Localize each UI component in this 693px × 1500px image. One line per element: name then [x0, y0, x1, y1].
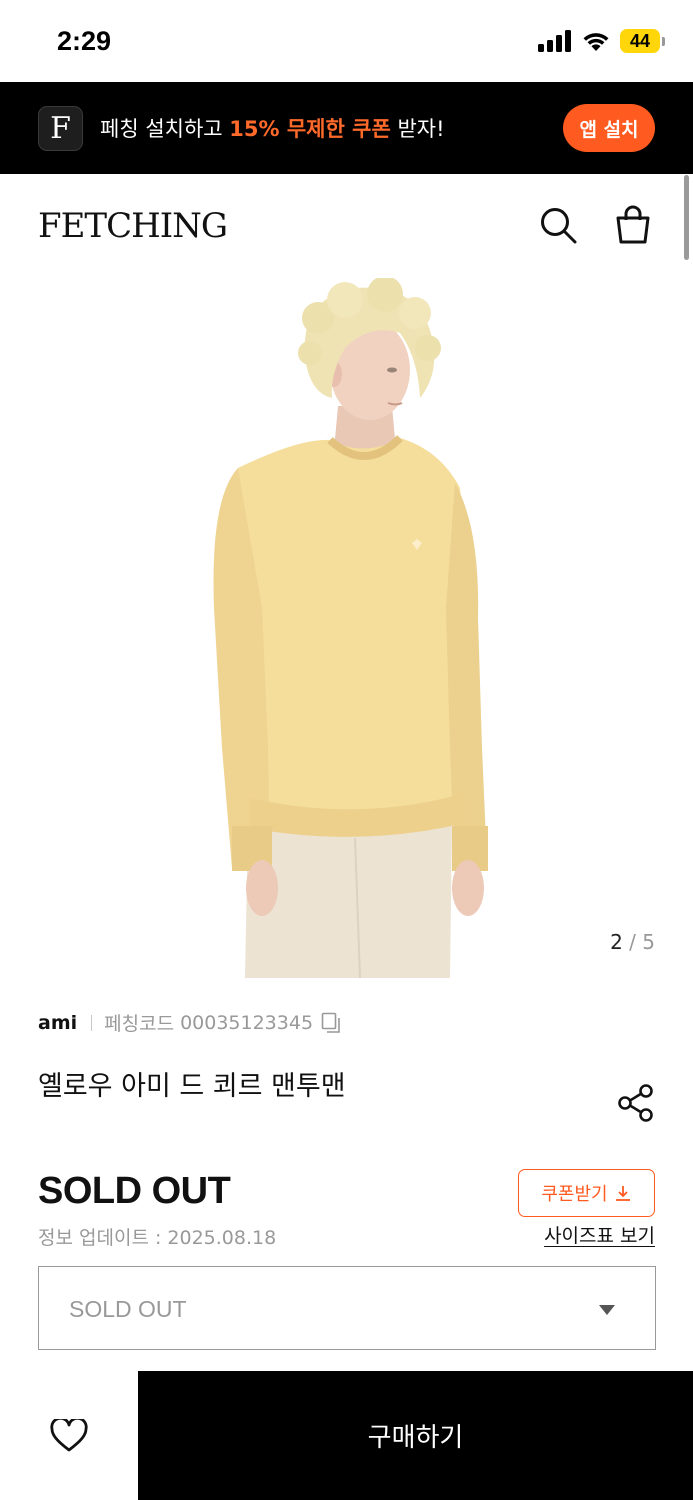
battery-nub — [662, 36, 665, 46]
caret-down-icon — [599, 1305, 615, 1315]
get-coupon-button[interactable]: 쿠폰받기 — [518, 1169, 655, 1217]
brand-name[interactable]: ami — [38, 1012, 77, 1034]
product-code-label: 페칭코드 — [104, 1013, 175, 1035]
product-title: 옐로우 아미 드 쾨르 맨투맨 — [38, 1071, 346, 1102]
product-photo — [213, 278, 488, 978]
wifi-icon — [583, 33, 609, 51]
image-counter-current: 2 — [610, 930, 623, 954]
option-select[interactable]: SOLD OUT — [38, 1266, 656, 1350]
product-code-value: 00035123345 — [180, 1011, 314, 1034]
site-logo[interactable]: FETCHING — [38, 206, 228, 246]
status-icons: 44 — [538, 29, 665, 53]
app-logo-icon: F — [38, 106, 83, 151]
price-status: SOLD OUT — [38, 1170, 231, 1212]
scrollbar-thumb[interactable] — [684, 175, 689, 260]
size-chart-link[interactable]: 사이즈표 보기 — [544, 1221, 655, 1248]
status-time: 2:29 — [57, 26, 112, 56]
divider — [91, 1014, 93, 1031]
promo-text: 페칭 설치하고 15% 무제한 쿠폰 받자! — [100, 113, 445, 143]
install-app-button[interactable]: 앱 설치 — [563, 104, 655, 152]
promo-text-after: 받자! — [390, 117, 445, 141]
bottom-action-bar: 구매하기 — [0, 1371, 693, 1500]
site-header: FETCHING — [0, 174, 693, 278]
share-icon[interactable] — [617, 1083, 655, 1123]
image-counter: 2 / 5 — [610, 930, 655, 954]
download-icon — [615, 1186, 630, 1201]
battery-indicator: 44 — [620, 29, 665, 53]
copy-icon[interactable] — [321, 1012, 343, 1034]
buy-button[interactable]: 구매하기 — [138, 1371, 693, 1500]
coupon-button-label: 쿠폰받기 — [541, 1184, 608, 1205]
battery-level: 44 — [620, 29, 660, 53]
option-select-value: SOLD OUT — [69, 1296, 187, 1322]
shopping-bag-icon[interactable] — [612, 204, 654, 246]
promo-text-highlight: 15% 무제한 쿠폰 — [229, 117, 391, 141]
product-image[interactable] — [0, 278, 693, 978]
wishlist-button[interactable] — [0, 1371, 138, 1500]
heart-icon — [50, 1418, 88, 1451]
product-brand-row: ami 페칭코드 00035123345 — [38, 1009, 343, 1036]
signal-icon — [538, 30, 571, 52]
app-install-banner: F 페칭 설치하고 15% 무제한 쿠폰 받자! 앱 설치 — [0, 82, 693, 174]
status-bar: 2:29 44 — [0, 0, 693, 82]
search-icon[interactable] — [537, 204, 579, 246]
promo-text-before: 페칭 설치하고 — [100, 117, 230, 141]
image-counter-total: 5 — [642, 930, 655, 954]
update-info: 정보 업데이트 : 2025.08.18 — [38, 1227, 277, 1249]
